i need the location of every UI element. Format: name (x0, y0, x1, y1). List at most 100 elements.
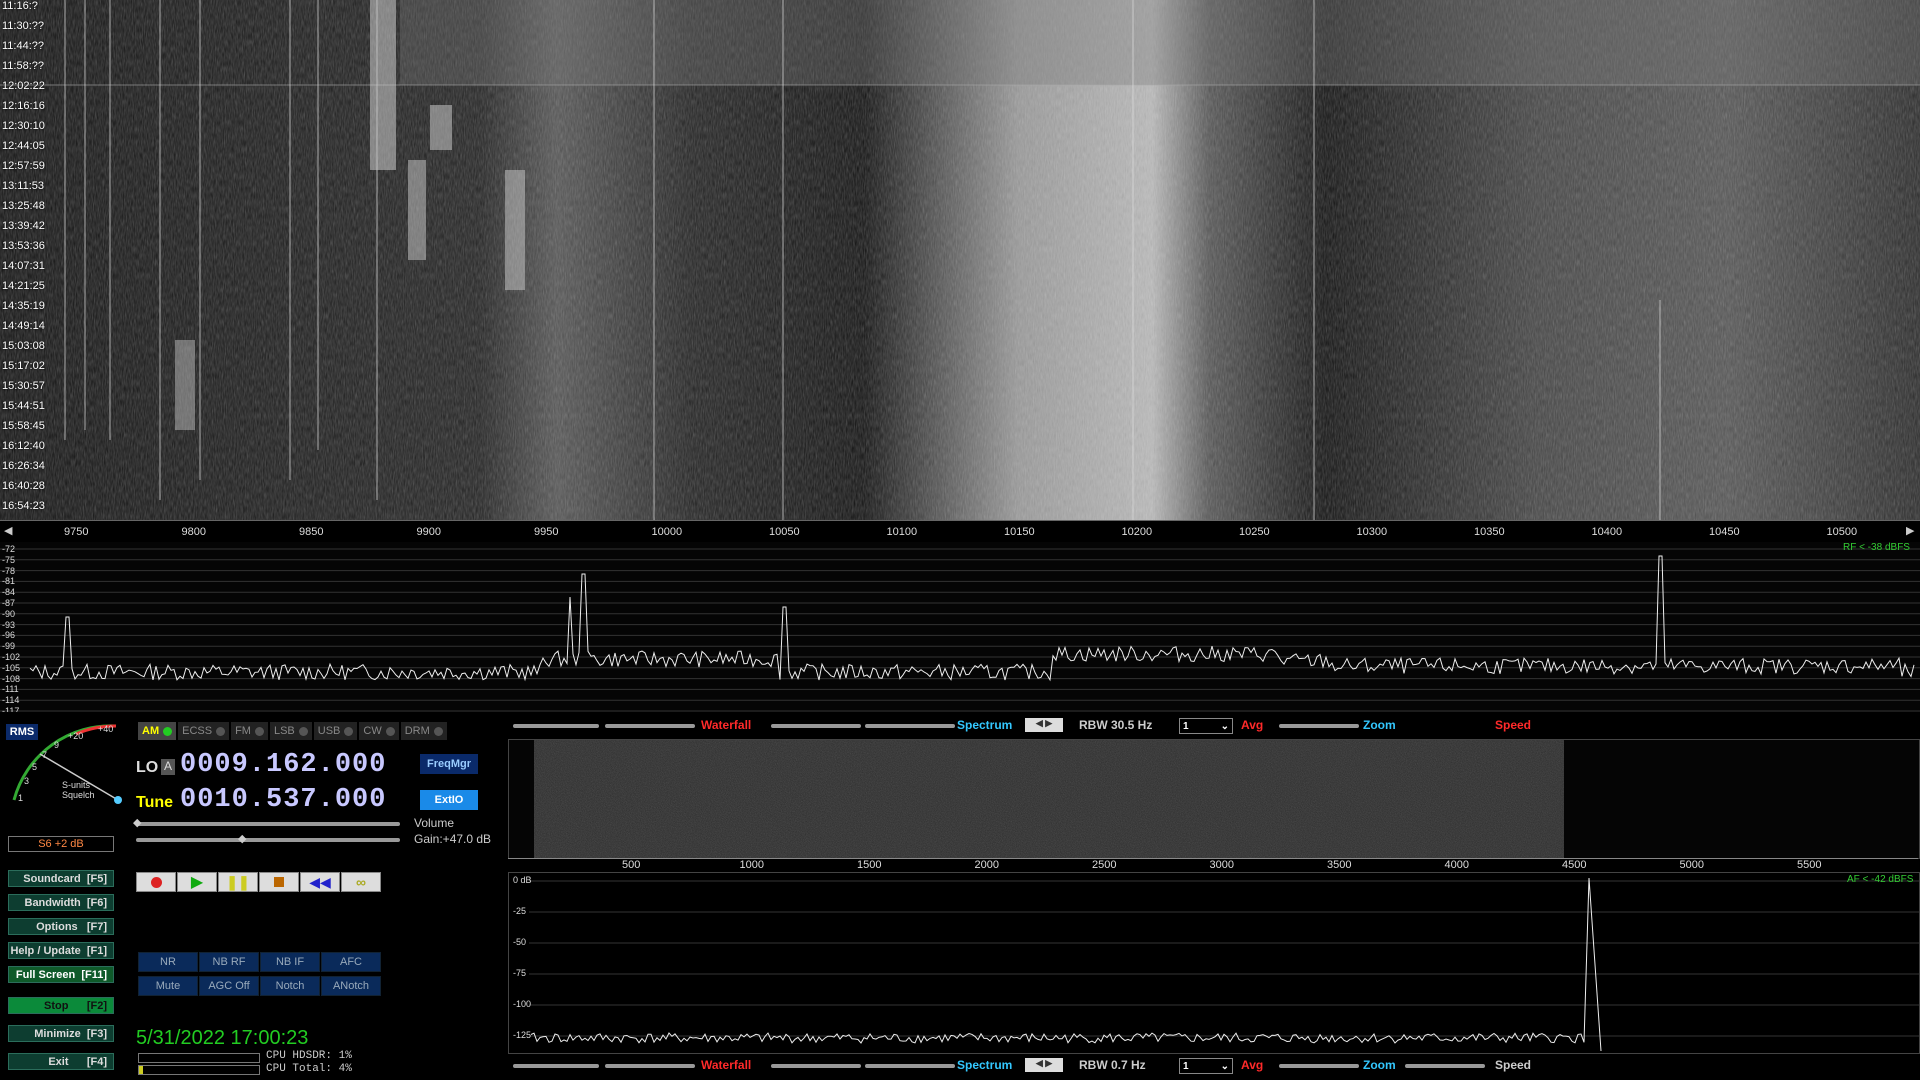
af-freq-tick-label: 3500 (1327, 859, 1352, 871)
scroll-left-icon[interactable]: ◀ (4, 524, 12, 537)
zoom-slider-bottom[interactable] (1279, 1064, 1359, 1068)
left-button-7[interactable]: Exit [F4] (8, 1053, 114, 1070)
s-units-label: S-units (62, 780, 91, 790)
volume-knob-icon[interactable]: ◆ (133, 816, 141, 829)
wf-slider-b3[interactable] (771, 1064, 861, 1068)
rbw-label-bottom: RBW 0.7 Hz (1079, 1058, 1146, 1072)
freqmgr-button[interactable]: FreqMgr (420, 754, 478, 774)
mode-ecss-button[interactable]: ECSS (178, 722, 230, 740)
left-button-2[interactable]: Options [F7] (8, 918, 114, 935)
avg-select-top[interactable]: 1 ⌄ (1179, 718, 1233, 734)
waterfall-timestamp: 14:49:14 (2, 320, 45, 332)
wf-slider-3[interactable] (771, 724, 861, 728)
left-button-3[interactable]: Help / Update [F1] (8, 942, 114, 959)
tune-frequency[interactable]: 0010.537.000 (180, 785, 386, 815)
waterfall-timestamp: 12:16:16 (2, 100, 45, 112)
db-tick-label: -114 (2, 695, 20, 706)
rewind-button[interactable]: ◀◀ (300, 872, 340, 892)
left-button-6[interactable]: Minimize [F3] (8, 1025, 114, 1042)
left-button-0[interactable]: Soundcard [F5] (8, 870, 114, 887)
af-db-tick-label: -125 (513, 1030, 532, 1040)
spectrum-arrows-top[interactable]: ◀ ▶ (1025, 718, 1063, 732)
waterfall-timestamp: 12:02:22 (2, 80, 45, 92)
extio-button[interactable]: ExtIO (420, 790, 478, 810)
chevron-down-icon: ⌄ (1220, 1060, 1229, 1072)
db-tick-label: -72 (2, 544, 16, 554)
dsp-nb-if-button[interactable]: NB IF (260, 952, 320, 972)
cpu-total-bar (138, 1065, 260, 1075)
left-button-4[interactable]: Full Screen [F11] (8, 966, 114, 983)
db-tick-label: -84 (2, 587, 16, 598)
mode-am-button[interactable]: AM (138, 722, 177, 740)
freq-tick-label: 10300 (1356, 526, 1388, 538)
lo-slot[interactable]: A (161, 759, 175, 775)
left-button-label: Exit [F4] (48, 1055, 107, 1068)
left-button-label: Bandwidth [F6] (24, 896, 108, 909)
cpu-hdsdr-bar (138, 1053, 260, 1063)
left-button-5[interactable]: Stop [F2] (8, 997, 114, 1014)
s-meter[interactable]: RMS 1 3 5 7 9 +20 +40 S-units Squelch (4, 718, 122, 818)
scroll-right-icon[interactable]: ▶ (1906, 524, 1914, 537)
waterfall-label-bottom: Waterfall (701, 1058, 752, 1072)
mode-label: AM (142, 725, 160, 737)
volume-slider[interactable] (136, 822, 400, 826)
frequency-axis[interactable]: ◀ ▶ 9750 9800 9850 9900 9950 10000 10050 10100 1… (0, 520, 1920, 544)
main-waterfall[interactable]: 11:16:? 11:30:?? 11:44:?? 11:58:?? 12:02:22 1… (0, 0, 1920, 520)
mode-drm-button[interactable]: DRM (400, 722, 447, 740)
waterfall-timestamp: 16:12:40 (2, 440, 45, 452)
left-button-label: Full Screen [F11] (15, 968, 107, 981)
avg-select-bottom[interactable]: 1 ⌄ (1179, 1058, 1233, 1074)
mode-lsb-button[interactable]: LSB (269, 722, 312, 740)
pause-button[interactable]: ❚❚ (218, 872, 258, 892)
freq-tick-label: 10050 (769, 526, 800, 538)
dsp-label: Mute (155, 980, 181, 992)
lo-frequency[interactable]: 0009.162.000 (180, 750, 386, 780)
af-freq-tick-label: 4000 (1444, 859, 1469, 871)
sp-slider-b1[interactable] (865, 1064, 955, 1068)
sp-slider-1[interactable] (865, 724, 955, 728)
play-icon: ▶ (190, 874, 204, 891)
mode-fm-button[interactable]: FM (231, 722, 268, 740)
record-button[interactable] (136, 872, 176, 892)
dsp-anotch-button[interactable]: ANotch (321, 976, 381, 996)
zoom-label-top: Zoom (1363, 718, 1396, 732)
spectrum-arrows-bottom[interactable]: ◀ ▶ (1025, 1058, 1063, 1072)
gain-slider[interactable] (136, 838, 400, 842)
wf-slider-b1[interactable] (513, 1064, 599, 1068)
wf-slider-2[interactable] (605, 724, 695, 728)
dsp-agc-off-button[interactable]: AGC Off (199, 976, 259, 996)
af-spectrum[interactable]: 0 dB -25 -50 -75 -100 -125 AF < -42 dBFS (508, 872, 1920, 1054)
af-level-label: AF < -42 dBFS (1847, 874, 1914, 885)
af-freq-tick-label: 1000 (739, 859, 764, 871)
dsp-nb-rf-button[interactable]: NB RF (199, 952, 259, 972)
speed-slider-bottom[interactable] (1405, 1064, 1485, 1068)
waterfall-timestamp: 16:54:23 (2, 500, 45, 512)
control-panel: RMS 1 3 5 7 9 +20 +40 S-units Squelch S6… (0, 712, 500, 1080)
wf-slider-1[interactable] (513, 724, 599, 728)
wf-slider-b2[interactable] (605, 1064, 695, 1068)
af-freq-tick-label: 4500 (1562, 859, 1587, 871)
waterfall-image (0, 0, 1920, 520)
left-button-1[interactable]: Bandwidth [F6] (8, 894, 114, 911)
s-scale-1: 1 (18, 793, 24, 803)
stop-playback-button[interactable] (259, 872, 299, 892)
af-frequency-axis[interactable]: 500 1000 1500 2000 2500 3000 3500 4000 4500 5000 5… (508, 858, 1918, 873)
left-button-label: Help / Update [F1] (10, 944, 107, 957)
dsp-mute-button[interactable]: Mute (138, 976, 198, 996)
play-button[interactable]: ▶ (177, 872, 217, 892)
gain-knob-icon[interactable]: ◆ (238, 832, 246, 845)
db-tick-label: -87 (2, 598, 16, 608)
waterfall-timestamp: 14:07:31 (2, 260, 45, 272)
rf-spectrum[interactable]: -72 -75 -78 -81 -84 -87 -90 -93 -96 -99 -102 -105 -1… (0, 542, 1920, 716)
dsp-nr-button[interactable]: NR (138, 952, 198, 972)
mode-usb-button[interactable]: USB (313, 722, 358, 740)
af-waterfall[interactable] (508, 739, 1920, 859)
af-freq-tick-label: 1500 (857, 859, 882, 871)
mode-cw-button[interactable]: CW (359, 722, 399, 740)
zoom-label-bottom: Zoom (1363, 1058, 1396, 1072)
zoom-slider-top[interactable] (1279, 724, 1359, 728)
dsp-notch-button[interactable]: Notch (260, 976, 320, 996)
volume-label: Volume (414, 816, 455, 830)
dsp-afc-button[interactable]: AFC (321, 952, 381, 972)
loop-button[interactable]: ∞ (341, 872, 381, 892)
